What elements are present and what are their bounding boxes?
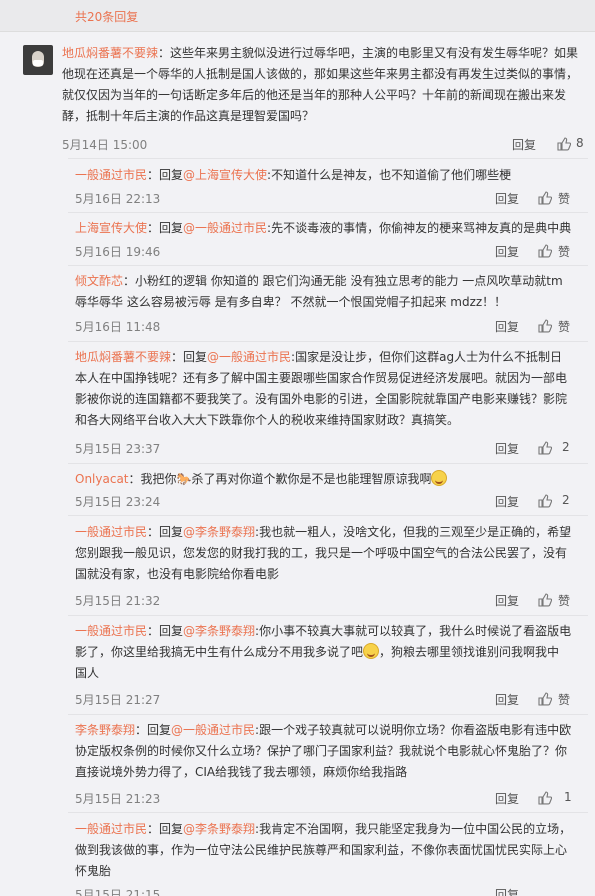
divider: [68, 212, 588, 213]
sub-comment-text: 地瓜焖番薯不要辣：回复@一般通过市民:国家是没让步，但你们这群ag人士为什么不抵…: [75, 350, 568, 427]
mention-link[interactable]: @上海宣传大使: [183, 168, 267, 182]
avatar-mask: [33, 60, 43, 66]
like-count: 2: [562, 493, 570, 507]
sub-username[interactable]: 倾文酢芯: [75, 274, 123, 288]
sub-comment-text: 倾文酢芯：小粉红的逻辑 你知道的 跟它们沟通无能 没有独立思考的能力 一点风吹草…: [75, 274, 563, 309]
root-like-count: 8: [576, 136, 584, 150]
sub-comment-meta: 5月15日 23:24 回复 2: [75, 493, 575, 511]
like-label[interactable]: 赞: [558, 243, 570, 260]
like-count: 2: [562, 440, 570, 454]
mention-link[interactable]: @李条野泰翔: [183, 822, 255, 836]
reply-button[interactable]: 回复: [495, 592, 519, 609]
reply-button[interactable]: 回复: [495, 440, 519, 457]
sub-comment-meta: 5月15日 21:15 回复: [75, 886, 575, 896]
like-label[interactable]: 赞: [558, 691, 570, 708]
sub-username[interactable]: 地瓜焖番薯不要辣: [75, 350, 171, 364]
timestamp: 5月15日 21:23: [75, 792, 161, 806]
root-comment-text: 地瓜焖番薯不要辣：这些年来男主貌似没进行过辱华吧，主演的电影里又有没有发生辱华呢…: [62, 46, 579, 123]
timestamp: 5月15日 21:27: [75, 693, 161, 707]
timestamp: 5月16日 22:13: [75, 192, 161, 206]
sub-comment-text: Onlyacat：我把你🐎杀了再对你道个歉你是不是也能理智原谅我啊: [75, 469, 575, 490]
replies-header: 共20条回复: [0, 0, 595, 32]
divider: [68, 265, 588, 266]
sub-comment-meta: 5月15日 21:23 回复 1: [75, 790, 575, 808]
sub-username[interactable]: 李条野泰翔: [75, 723, 135, 737]
sub-comment-text: 上海宣传大使：回复@一般通过市民:先不谈毒液的事情，你偷神友的梗来骂神友真的是典…: [75, 221, 572, 235]
root-reply-button[interactable]: 回复: [512, 136, 536, 153]
sub-comment-meta: 5月16日 19:46 回复 赞: [75, 243, 575, 261]
thumbs-up-icon[interactable]: [538, 244, 552, 258]
reply-button[interactable]: 回复: [495, 243, 519, 260]
thinking-emoji-icon: [363, 643, 380, 659]
reply-button[interactable]: 回复: [495, 886, 519, 896]
sub-username[interactable]: 一般通过市民: [75, 525, 147, 539]
divider: [68, 714, 588, 715]
sub-comment-meta: 5月15日 23:37 回复 2: [75, 440, 575, 458]
sub-comment-text: 一般通过市民：回复@李条野泰翔:你小事不较真大事就可以较真了，我什么时候说了看盗…: [75, 624, 572, 680]
timestamp: 5月16日 11:48: [75, 320, 161, 334]
reply-button[interactable]: 回复: [495, 493, 519, 510]
timestamp: 5月15日 23:24: [75, 495, 161, 509]
thumbs-up-icon[interactable]: [538, 494, 552, 508]
divider: [68, 158, 588, 159]
sub-comment-meta: 5月15日 21:27 回复 赞: [75, 691, 575, 709]
sub-username[interactable]: 一般通过市民: [75, 168, 147, 182]
sub-comment-text: 一般通过市民：回复@李条野泰翔:我也就一粗人，没啥文化，但我的三观至少是正确的，…: [75, 525, 572, 581]
sub-comment-text: 李条野泰翔：回复@一般通过市民:跟一个戏子较真就可以说明你立场？你看盗版电影有违…: [75, 723, 572, 779]
thumbs-up-icon[interactable]: [557, 137, 571, 151]
reply-button[interactable]: 回复: [495, 190, 519, 207]
like-count: 1: [564, 790, 572, 804]
divider: [68, 463, 588, 464]
reply-button[interactable]: 回复: [495, 318, 519, 335]
thumbs-up-icon[interactable]: [538, 692, 552, 706]
total-replies-link[interactable]: 共20条回复: [75, 8, 138, 25]
mention-link[interactable]: @一般通过市民: [171, 723, 255, 737]
like-label[interactable]: 赞: [558, 318, 570, 335]
mention-link[interactable]: @一般通过市民: [183, 221, 267, 235]
sub-comment-meta: 5月16日 22:13 回复 赞: [75, 190, 575, 208]
thumbs-up-icon[interactable]: [538, 319, 552, 333]
grin-emoji-icon: [431, 470, 448, 486]
sub-comment-meta: 5月16日 11:48 回复 赞: [75, 318, 575, 336]
thumbs-up-icon[interactable]: [538, 191, 552, 205]
divider: [68, 615, 588, 616]
mention-link[interactable]: @一般通过市民: [207, 350, 291, 364]
divider: [68, 341, 588, 342]
thumbs-up-icon[interactable]: [538, 441, 552, 455]
reply-button[interactable]: 回复: [495, 790, 519, 807]
timestamp: 5月15日 23:37: [75, 442, 161, 456]
sub-username[interactable]: 一般通过市民: [75, 624, 147, 638]
timestamp: 5月16日 19:46: [75, 245, 161, 259]
sub-username[interactable]: 上海宣传大使: [75, 221, 147, 235]
reply-button[interactable]: 回复: [495, 691, 519, 708]
sub-comment-meta: 5月15日 21:32 回复 赞: [75, 592, 575, 610]
mention-link[interactable]: @李条野泰翔: [183, 624, 255, 638]
divider: [68, 515, 588, 516]
mention-link[interactable]: @李条野泰翔: [183, 525, 255, 539]
root-comment-meta: 5月14日 15:00 回复 8: [62, 136, 587, 154]
like-label[interactable]: 赞: [558, 592, 570, 609]
sub-comment-text: 一般通过市民：回复@上海宣传大使:不知道什么是神友，也不知道偷了他们哪些梗: [75, 168, 512, 182]
avatar[interactable]: [23, 45, 53, 75]
sub-comment-text: 一般通过市民：回复@李条野泰翔:我肯定不治国啊，我只能坚定我身为一位中国公民的立…: [75, 822, 572, 878]
timestamp: 5月15日 21:32: [75, 594, 161, 608]
thumbs-up-icon[interactable]: [538, 593, 552, 607]
root-username[interactable]: 地瓜焖番薯不要辣: [62, 46, 158, 60]
thumbs-up-icon[interactable]: [538, 791, 552, 805]
sub-username[interactable]: Onlyacat: [75, 472, 129, 486]
like-label[interactable]: 赞: [558, 190, 570, 207]
timestamp: 5月15日 21:15: [75, 888, 161, 896]
root-timestamp: 5月14日 15:00: [62, 138, 148, 152]
sub-username[interactable]: 一般通过市民: [75, 822, 147, 836]
divider: [68, 812, 588, 813]
